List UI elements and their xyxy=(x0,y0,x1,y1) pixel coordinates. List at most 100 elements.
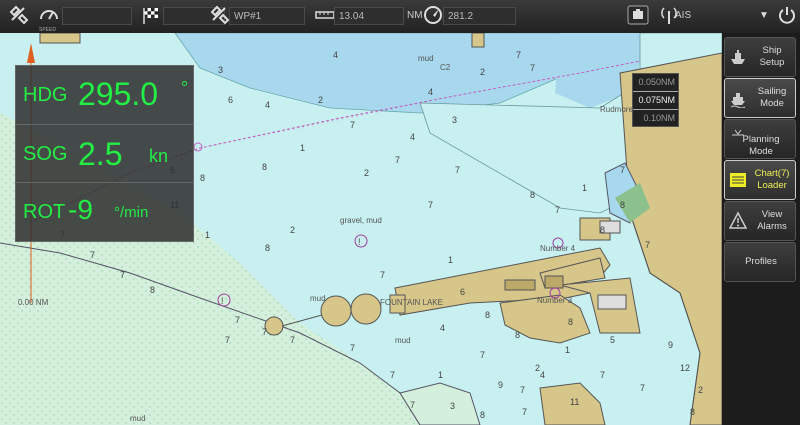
speed-field xyxy=(62,7,132,25)
depth-sounding: 8 xyxy=(262,162,267,172)
depth-sounding: 2 xyxy=(364,168,369,178)
depth-sounding: 4 xyxy=(428,87,433,97)
checkered-flag-icon xyxy=(138,4,164,28)
depth-sounding: 7 xyxy=(600,370,605,380)
depth-sounding: 8 xyxy=(200,173,205,183)
depth-sounding: 8 xyxy=(690,407,695,417)
planning-mode-label-2: Mode xyxy=(749,146,773,157)
depth-sounding: 7 xyxy=(620,165,625,175)
number3-label: Number 3 xyxy=(537,296,573,305)
distance-field: 13.04 xyxy=(334,7,404,25)
navigation-data-panel: HDG 295.0 ° SOG 2.5 kn ROT -9 °/min xyxy=(15,65,194,242)
depth-sounding: 11 xyxy=(570,397,579,407)
depth-sounding: 7 xyxy=(120,270,125,280)
depth-sounding: 7 xyxy=(522,407,527,417)
chevron-down-icon[interactable]: ▼ xyxy=(757,4,771,28)
chart-scale-selector[interactable]: 0.050NM 0.075NM 0.10NM xyxy=(632,73,679,127)
hdg-value: 295.0 xyxy=(78,76,159,112)
sog-unit: kn xyxy=(149,146,169,166)
ship-setup-button[interactable]: Ship Setup xyxy=(724,37,796,77)
view-alarms-button[interactable]: View Alarms xyxy=(724,201,796,241)
fountain-lake-label: FOUNTAIN LAKE xyxy=(380,298,443,307)
depth-sounding: 7 xyxy=(235,315,240,325)
mud-label-1: mud xyxy=(418,54,434,63)
sailing-mode-button[interactable]: Sailing Mode xyxy=(724,78,796,118)
right-sidebar: Ship Setup Sailing Mode Planning Mode Chart… xyxy=(722,33,800,425)
svg-text:!: ! xyxy=(221,296,224,306)
depth-sounding: 1 xyxy=(300,143,305,153)
bearing-field: 281.2 xyxy=(443,7,516,25)
mud-label-4: mud xyxy=(395,336,411,345)
mud-label-2: mud xyxy=(310,294,326,303)
chart-loader-label-2: Loader xyxy=(757,180,787,191)
depth-sounding: 1 xyxy=(565,345,570,355)
depth-sounding: 7 xyxy=(428,200,433,210)
depth-sounding: 7 xyxy=(290,335,295,345)
depth-sounding: 8 xyxy=(485,310,490,320)
ship-icon xyxy=(729,47,747,67)
gravel-mud-label: gravel, mud xyxy=(340,216,382,225)
scale-option[interactable]: 0.10NM xyxy=(633,110,678,127)
depth-sounding: 6 xyxy=(460,287,465,297)
depth-sounding: 4 xyxy=(540,370,545,380)
depth-sounding: 2 xyxy=(698,385,703,395)
ais-label[interactable]: AIS xyxy=(675,7,691,25)
depth-sounding: 1 xyxy=(448,255,453,265)
depth-sounding: 8 xyxy=(150,285,155,295)
depth-sounding: 7 xyxy=(520,385,525,395)
chart-loader-button[interactable]: Chart(7) Loader xyxy=(724,160,796,200)
satellite-icon[interactable] xyxy=(6,4,32,28)
view-alarms-label-1: View xyxy=(761,209,783,220)
depth-sounding: 8 xyxy=(600,225,605,235)
depth-sounding: 1 xyxy=(582,183,587,193)
warning-triangle-icon xyxy=(728,211,748,231)
planning-mode-button[interactable]: Planning Mode xyxy=(724,119,796,159)
depth-sounding: 7 xyxy=(262,327,267,337)
depth-sounding: 8 xyxy=(515,330,520,340)
power-icon[interactable] xyxy=(776,4,798,28)
depth-sounding: 9 xyxy=(498,380,503,390)
chart-stack-icon xyxy=(729,170,747,190)
depth-sounding: 2 xyxy=(480,67,485,77)
depth-sounding: 12 xyxy=(680,363,690,373)
ship-setup-label-1: Ship xyxy=(762,45,782,56)
depth-sounding: 7 xyxy=(516,50,521,60)
speedometer-icon: SPEED xyxy=(36,4,62,33)
depth-sounding: 2 xyxy=(290,225,295,235)
depth-sounding: 8 xyxy=(265,243,270,253)
profiles-button[interactable]: Profiles xyxy=(724,242,796,282)
ship-camera-icon[interactable] xyxy=(624,4,652,28)
sog-label: SOG xyxy=(23,143,68,165)
depth-sounding: 4 xyxy=(440,323,445,333)
profiles-label: Profiles xyxy=(745,256,777,267)
rot-value: -9 xyxy=(68,194,93,225)
hdg-unit: ° xyxy=(181,78,189,98)
depth-sounding: 7 xyxy=(645,240,650,250)
scale-option[interactable]: 0.050NM xyxy=(633,74,678,91)
depth-sounding: 4 xyxy=(333,50,338,60)
depth-sounding: 7 xyxy=(350,343,355,353)
depth-sounding: 7 xyxy=(410,400,415,410)
rot-row: ROT -9 °/min xyxy=(16,182,193,240)
depth-sounding: 7 xyxy=(395,155,400,165)
sog-row: SOG 2.5 kn xyxy=(16,124,193,183)
rot-unit: °/min xyxy=(114,204,149,221)
depth-sounding: 7 xyxy=(480,350,485,360)
depth-sounding: 1 xyxy=(438,370,443,380)
depth-sounding: 7 xyxy=(90,250,95,260)
view-alarms-label-2: Alarms xyxy=(757,221,787,232)
depth-sounding: 1 xyxy=(205,230,210,240)
depth-sounding: 3 xyxy=(450,401,455,411)
depth-sounding: 7 xyxy=(350,120,355,130)
waypoint-field: WP#1 xyxy=(229,7,305,25)
ship-setup-label-2: Setup xyxy=(759,57,785,68)
range-label: 0.00 NM xyxy=(18,298,49,307)
svg-text:!: ! xyxy=(358,237,361,247)
number4-label: Number 4 xyxy=(540,244,576,253)
hdg-label: HDG xyxy=(23,84,68,106)
depth-sounding: 7 xyxy=(225,335,230,345)
depth-sounding: 3 xyxy=(218,65,223,75)
scale-option-selected[interactable]: 0.075NM xyxy=(633,91,678,110)
depth-sounding: 7 xyxy=(390,370,395,380)
depth-sounding: 7 xyxy=(640,383,645,393)
